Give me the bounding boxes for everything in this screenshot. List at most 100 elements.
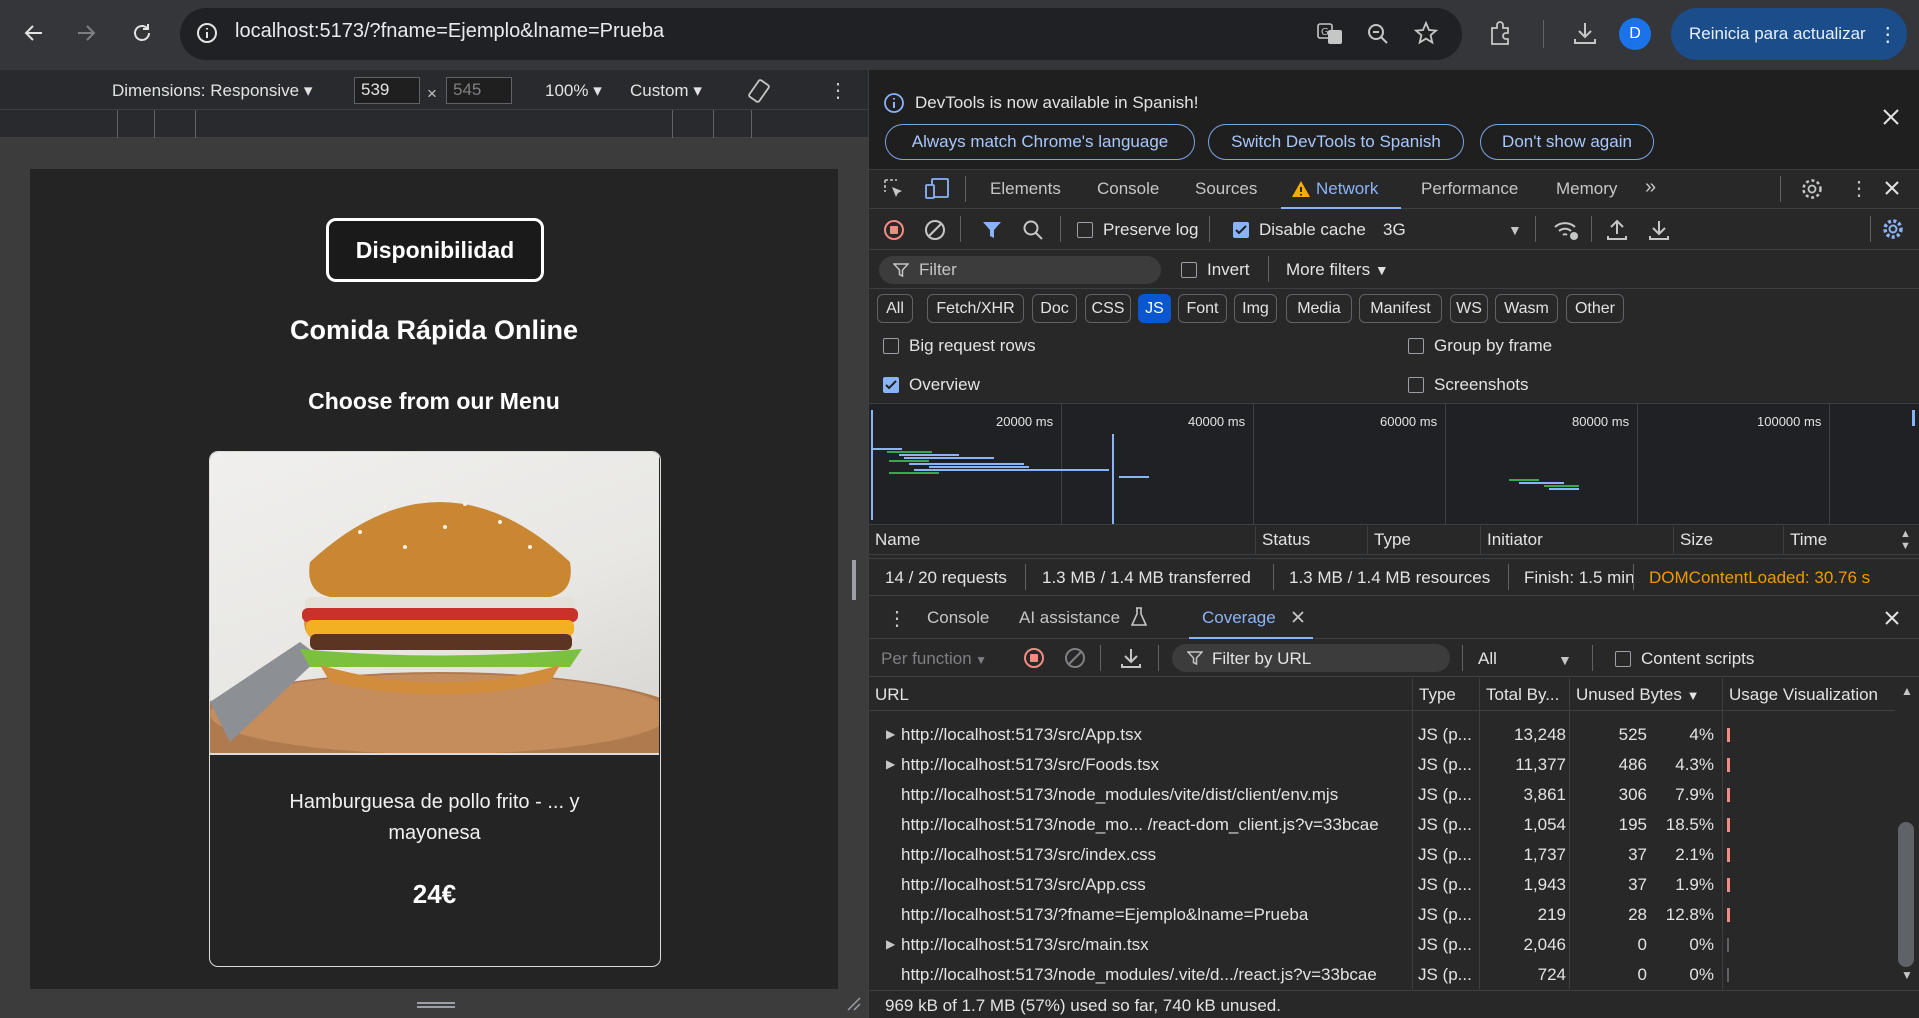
site-info-icon[interactable] bbox=[196, 22, 218, 47]
profile-avatar[interactable]: D bbox=[1619, 18, 1651, 50]
coverage-row[interactable]: ▶ http://localhost:5173/src/Foods.tsx JS (… bbox=[869, 750, 1895, 780]
scroll-up-icon[interactable]: ▲ bbox=[1901, 684, 1913, 698]
column-size[interactable]: Size bbox=[1673, 526, 1783, 554]
caret-down-icon[interactable]: ▼ bbox=[1558, 652, 1572, 668]
update-button[interactable]: Reinicia para actualizar ⋮ bbox=[1671, 8, 1907, 60]
drawer-menu-icon[interactable]: ⋮ bbox=[887, 606, 907, 631]
more-vertical-icon[interactable]: ⋮ bbox=[828, 78, 848, 103]
column-time[interactable]: Time bbox=[1783, 526, 1895, 554]
coverage-column-usage[interactable]: Usage Visualization bbox=[1722, 678, 1895, 711]
availability-button[interactable]: Disponibilidad bbox=[326, 218, 544, 282]
dont-show-again-button[interactable]: Don't show again bbox=[1480, 124, 1654, 160]
disable-cache-checkbox[interactable] bbox=[1233, 222, 1249, 238]
close-icon[interactable] bbox=[1882, 108, 1900, 129]
inspect-element-icon[interactable] bbox=[883, 178, 905, 203]
group-by-frame-checkbox[interactable] bbox=[1408, 338, 1424, 354]
column-initiator[interactable]: Initiator bbox=[1480, 526, 1673, 554]
tab-memory[interactable]: Memory bbox=[1556, 179, 1617, 199]
filter-funnel-icon[interactable] bbox=[981, 219, 1003, 244]
column-status[interactable]: Status bbox=[1255, 526, 1367, 554]
network-throttle-select[interactable]: 3G bbox=[1383, 220, 1406, 240]
coverage-row[interactable]: ▶ http://localhost:5173/src/main.tsx JS (p… bbox=[869, 930, 1895, 960]
reload-button[interactable] bbox=[124, 16, 160, 52]
coverage-scroll-thumb[interactable] bbox=[1898, 822, 1914, 967]
big-request-rows-checkbox[interactable] bbox=[883, 338, 899, 354]
url-text[interactable]: localhost:5173/?fname=Ejemplo&lname=Prue… bbox=[235, 20, 664, 43]
type-filter-manifest[interactable]: Manifest bbox=[1359, 294, 1442, 323]
per-function-select[interactable]: Per function ▼ bbox=[881, 649, 987, 669]
overview-checkbox[interactable] bbox=[883, 377, 899, 393]
switch-spanish-button[interactable]: Switch DevTools to Spanish bbox=[1208, 124, 1464, 160]
column-name[interactable]: Name bbox=[869, 526, 1255, 554]
type-filter-other[interactable]: Other bbox=[1566, 294, 1624, 323]
column-type[interactable]: Type bbox=[1367, 526, 1480, 554]
clear-icon[interactable] bbox=[924, 219, 946, 244]
more-filters-dropdown[interactable]: More filters ▼ bbox=[1286, 260, 1389, 280]
throttle-dropdown[interactable]: Custom ▾ bbox=[630, 81, 702, 101]
download-icon[interactable] bbox=[1572, 20, 1598, 49]
zoom-icon[interactable] bbox=[1366, 22, 1390, 49]
coverage-column-total[interactable]: Total By... bbox=[1479, 678, 1569, 711]
coverage-row[interactable]: http://localhost:5173/src/index.css JS (p… bbox=[869, 840, 1895, 870]
rotate-icon[interactable] bbox=[746, 78, 772, 107]
close-drawer-icon[interactable] bbox=[1884, 610, 1900, 629]
close-tab-icon[interactable] bbox=[1291, 610, 1305, 627]
search-icon[interactable] bbox=[1022, 219, 1044, 244]
expand-arrow-icon[interactable]: ▶ bbox=[886, 937, 895, 951]
settings-gear-icon[interactable] bbox=[1800, 177, 1824, 204]
forward-button[interactable] bbox=[68, 16, 104, 52]
type-filter-media[interactable]: Media bbox=[1286, 294, 1352, 323]
type-filter-font[interactable]: Font bbox=[1178, 294, 1227, 323]
more-tabs-icon[interactable]: » bbox=[1645, 176, 1656, 199]
bookmark-star-icon[interactable] bbox=[1413, 20, 1439, 48]
stop-recording-icon[interactable] bbox=[1023, 647, 1045, 672]
height-input[interactable]: 545 bbox=[446, 77, 512, 104]
type-filter-all[interactable]: All bbox=[877, 294, 913, 323]
tab-console[interactable]: Console bbox=[1097, 179, 1159, 199]
import-har-icon[interactable] bbox=[1606, 218, 1628, 243]
expand-arrow-icon[interactable]: ▶ bbox=[886, 757, 895, 771]
coverage-row[interactable]: http://localhost:5173/node_modules/vite/… bbox=[869, 780, 1895, 810]
coverage-type-select[interactable]: All bbox=[1478, 649, 1497, 669]
food-card[interactable]: Hamburguesa de pollo frito - ... y mayon… bbox=[209, 451, 661, 967]
preserve-log-checkbox[interactable] bbox=[1077, 222, 1093, 238]
dimensions-dropdown[interactable]: Dimensions: Responsive ▾ bbox=[112, 81, 312, 101]
export-har-icon[interactable] bbox=[1648, 218, 1670, 243]
coverage-column-unused[interactable]: Unused Bytes ▼ bbox=[1569, 678, 1722, 711]
resize-handle-vertical[interactable] bbox=[852, 560, 856, 600]
clear-coverage-icon[interactable] bbox=[1064, 647, 1086, 672]
coverage-column-type[interactable]: Type bbox=[1412, 678, 1479, 711]
type-filter-img[interactable]: Img bbox=[1234, 294, 1277, 323]
back-button[interactable] bbox=[16, 16, 52, 52]
type-filter-fetch-xhr[interactable]: Fetch/XHR bbox=[927, 294, 1024, 323]
drawer-tab-ai-assistance[interactable]: AI assistance bbox=[1019, 608, 1120, 628]
type-filter-ws[interactable]: WS bbox=[1450, 294, 1488, 323]
coverage-row[interactable]: http://localhost:5173/node_mo... /react-… bbox=[869, 810, 1895, 840]
coverage-row[interactable]: http://localhost:5173/src/App.css JS (p..… bbox=[869, 870, 1895, 900]
coverage-row[interactable]: ▶ http://localhost:5173/src/App.tsx JS (p.… bbox=[869, 720, 1895, 750]
scroll-arrows-icon[interactable]: ▲ ▼ bbox=[1900, 528, 1911, 552]
screenshots-checkbox[interactable] bbox=[1408, 377, 1424, 393]
tab-performance[interactable]: Performance bbox=[1421, 179, 1518, 199]
type-filter-css[interactable]: CSS bbox=[1085, 294, 1131, 323]
network-settings-gear-icon[interactable] bbox=[1881, 217, 1905, 244]
expand-arrow-icon[interactable]: ▶ bbox=[886, 727, 895, 741]
coverage-column-url[interactable]: URL bbox=[869, 678, 1412, 711]
network-conditions-icon[interactable] bbox=[1553, 219, 1579, 244]
scroll-down-icon[interactable]: ▼ bbox=[1901, 968, 1913, 982]
translate-icon[interactable]: G bbox=[1317, 22, 1343, 50]
device-toggle-icon[interactable] bbox=[924, 177, 950, 204]
content-scripts-checkbox[interactable] bbox=[1615, 651, 1631, 667]
resize-corner-icon[interactable] bbox=[846, 996, 862, 1015]
more-vertical-icon[interactable]: ⋮ bbox=[1849, 176, 1869, 201]
drawer-tab-console[interactable]: Console bbox=[927, 608, 989, 628]
export-coverage-icon[interactable] bbox=[1120, 646, 1142, 671]
type-filter-doc[interactable]: Doc bbox=[1032, 294, 1077, 323]
resize-handle-horizontal[interactable] bbox=[417, 1002, 455, 1008]
caret-down-icon[interactable]: ▼ bbox=[1508, 222, 1522, 238]
record-stop-icon[interactable] bbox=[883, 219, 905, 244]
coverage-row[interactable]: http://localhost:5173/node_modules/.vite… bbox=[869, 960, 1895, 990]
type-filter-js[interactable]: JS bbox=[1138, 294, 1171, 323]
match-language-button[interactable]: Always match Chrome's language bbox=[885, 124, 1195, 160]
invert-checkbox[interactable] bbox=[1181, 262, 1197, 278]
